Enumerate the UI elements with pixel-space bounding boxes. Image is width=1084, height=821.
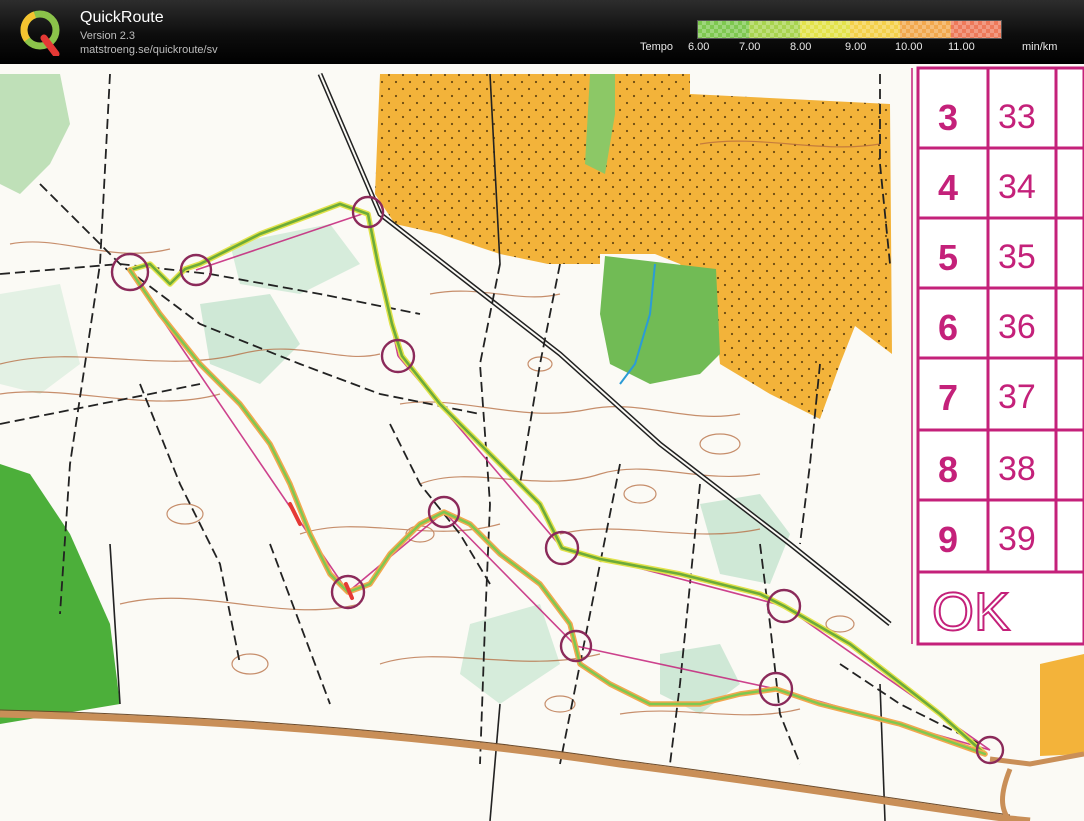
control-code-right: 33 <box>998 98 1036 136</box>
control-code-left: 7 <box>938 377 958 418</box>
tempo-unit: min/km <box>1022 41 1058 53</box>
tempo-tick-600: 6.00 <box>688 41 710 53</box>
app-title: QuickRoute <box>80 9 164 26</box>
control-code-left: 9 <box>938 519 958 560</box>
finish-ok-label: OK <box>932 582 1010 642</box>
tempo-tick-900: 9.00 <box>845 41 867 53</box>
orienteering-map[interactable]: 3 4 5 6 7 8 9 33 34 35 36 37 38 39 OK <box>0 64 1084 821</box>
tempo-tick-700: 7.00 <box>739 41 761 53</box>
control-code-left: 5 <box>938 237 958 278</box>
app-url[interactable]: matstroeng.se/quickroute/sv <box>80 44 218 56</box>
tempo-tick-1100: 11.00 <box>948 41 975 53</box>
tempo-label: Tempo <box>640 41 674 53</box>
map-canvas[interactable]: 3 4 5 6 7 8 9 33 34 35 36 37 38 39 OK <box>0 64 1084 821</box>
control-code-right: 39 <box>998 520 1036 558</box>
control-code-right: 34 <box>998 168 1036 206</box>
control-code-right: 38 <box>998 450 1036 488</box>
app-header: QuickRoute Version 2.3 matstroeng.se/qui… <box>0 0 1084 64</box>
tempo-color-scale <box>697 20 1002 39</box>
tempo-tick-1000: 10.00 <box>895 41 923 53</box>
control-code-right: 35 <box>998 238 1036 276</box>
open-field-right <box>1040 654 1084 756</box>
green-vegetation-patch <box>600 256 720 384</box>
app-version: Version 2.3 <box>80 30 136 42</box>
tempo-tick-800: 8.00 <box>790 41 812 53</box>
control-code-right: 37 <box>998 378 1036 416</box>
control-number-table: 3 4 5 6 7 8 9 33 34 35 36 37 38 39 OK <box>911 66 1084 646</box>
tempo-scale-checker <box>698 21 1001 38</box>
control-code-left: 6 <box>938 307 958 348</box>
quickroute-logo-icon <box>20 10 60 56</box>
control-code-left: 8 <box>938 449 958 490</box>
control-code-left: 3 <box>938 97 958 138</box>
control-code-left: 4 <box>938 167 958 208</box>
control-code-right: 36 <box>998 308 1036 346</box>
